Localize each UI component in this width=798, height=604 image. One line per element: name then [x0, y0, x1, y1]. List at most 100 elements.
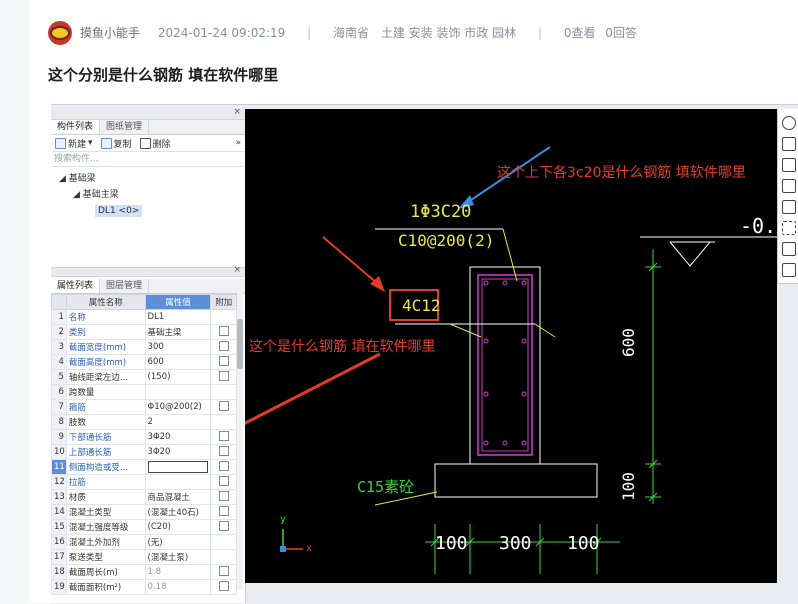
table-row[interactable]: 6 跨数量	[51, 384, 237, 400]
extra-checkbox[interactable]	[218, 505, 229, 516]
table-row[interactable]: 18 截面周长(m) 1.8	[51, 564, 237, 580]
table-row[interactable]: 2 类别 基础主梁	[51, 324, 237, 340]
property-value[interactable]: 300	[144, 339, 212, 355]
table-row[interactable]: 9 下部通长筋 3Φ20	[51, 429, 237, 445]
property-value[interactable]: 基础主梁	[144, 324, 212, 340]
new-button[interactable]: 新建 ▾	[55, 137, 93, 150]
extra-checkbox[interactable]	[218, 460, 229, 471]
close-icon[interactable]: ×	[233, 265, 241, 275]
component-search-input[interactable]: 搜索构件...	[52, 151, 244, 167]
property-value[interactable]: (混凝土泵)	[144, 549, 212, 565]
orbit-icon[interactable]	[781, 116, 796, 130]
col-name: 属性名称	[65, 294, 146, 310]
collapse-icon[interactable]: ◢	[73, 190, 83, 200]
property-value[interactable]: 3Φ20	[144, 444, 212, 460]
cube-icon[interactable]	[781, 137, 796, 151]
extra-checkbox[interactable]	[218, 580, 229, 591]
table-row[interactable]: 5 轴线距梁左边... (150)	[51, 369, 237, 385]
layers-icon[interactable]	[781, 242, 796, 256]
property-name: 肢数	[65, 414, 146, 430]
table-row[interactable]: 4 截面高度(mm) 600	[51, 354, 237, 370]
table-row[interactable]: 14 混凝土类型 (混凝土40石)	[51, 504, 237, 520]
table-row[interactable]: 19 截面面积(m²) 0.18	[51, 579, 237, 595]
table-row[interactable]: 7 箍筋 Φ10@200(2)	[51, 399, 237, 415]
row-index: 5	[51, 369, 67, 385]
cube-icon[interactable]	[781, 200, 796, 214]
extra-checkbox[interactable]	[218, 475, 229, 486]
author-name[interactable]: 摸鱼小能手	[80, 26, 140, 40]
tree-node-child[interactable]: ◢ 基础主梁	[51, 187, 245, 203]
property-name: 箍筋	[65, 399, 146, 415]
table-row[interactable]: 8 肢数 2	[51, 414, 237, 430]
properties-scrollbar[interactable]	[237, 289, 243, 589]
table-row[interactable]: 1 名称 DL1	[51, 309, 237, 325]
extra-checkbox-cell	[210, 579, 237, 595]
property-value[interactable]: (150)	[144, 369, 212, 385]
property-value[interactable]	[144, 474, 212, 490]
tab-drawing-manage[interactable]: 图纸管理	[100, 120, 150, 134]
tab-layer-manage[interactable]: 图层管理	[100, 279, 150, 293]
extra-checkbox[interactable]	[218, 400, 229, 411]
row-index: 2	[51, 324, 67, 340]
tab-component-list[interactable]: 构件列表	[51, 120, 101, 134]
properties-icon[interactable]	[781, 263, 796, 277]
cube-icon[interactable]	[781, 179, 796, 193]
extra-checkbox[interactable]	[218, 565, 229, 576]
table-row[interactable]: 16 混凝土外加剂 (无)	[51, 534, 237, 550]
extra-checkbox[interactable]	[218, 355, 229, 366]
cube-icon[interactable]	[781, 221, 796, 235]
table-row[interactable]: 11 侧面构造或受...	[51, 459, 237, 475]
copy-button[interactable]: 复制	[100, 137, 132, 150]
tree-node-root[interactable]: ◢ 基础梁	[51, 171, 245, 187]
close-icon[interactable]: ×	[233, 107, 241, 117]
property-value[interactable]: (C20)	[144, 519, 212, 535]
cube-icon[interactable]	[781, 158, 796, 172]
extra-checkbox[interactable]	[218, 445, 229, 456]
collapse-icon[interactable]: ◢	[59, 174, 69, 184]
panel-divider[interactable]: ×	[51, 265, 245, 277]
extra-checkbox-cell	[210, 459, 237, 475]
property-value[interactable]	[144, 384, 212, 400]
stirrup-label: 1Φ3C20	[410, 202, 472, 222]
more-icon[interactable]: »	[235, 138, 241, 148]
properties-table: 属性名称 属性值 附加 1 名称 DL1 2 类别 基础主梁 3 截面宽度(mm) 300 4 截面…	[51, 294, 237, 595]
panel-titlebar: ×	[51, 107, 245, 120]
extra-checkbox[interactable]	[218, 430, 229, 441]
row-index: 11	[51, 459, 67, 475]
property-value[interactable]: 1.8	[144, 564, 212, 580]
extra-checkbox-cell	[210, 399, 237, 415]
property-value[interactable]: 0.18	[144, 579, 212, 595]
property-value[interactable]: 2	[144, 414, 212, 430]
extra-checkbox[interactable]	[218, 370, 229, 381]
extra-checkbox-cell	[210, 534, 237, 550]
property-value[interactable]: 600	[144, 354, 212, 370]
value-input[interactable]	[147, 461, 208, 473]
property-name: 下部通长筋	[65, 429, 146, 445]
meta-separator: |	[537, 26, 542, 40]
extra-checkbox[interactable]	[218, 490, 229, 501]
dim-height: 600	[619, 328, 638, 357]
scrollbar-thumb[interactable]	[237, 319, 243, 369]
tree-node-leaf[interactable]: DL1 <0>	[51, 203, 245, 219]
tab-properties[interactable]: 属性列表	[51, 279, 101, 293]
property-value-editor[interactable]	[144, 459, 212, 475]
table-row[interactable]: 15 混凝土强度等级 (C20)	[51, 519, 237, 535]
extra-checkbox[interactable]	[218, 325, 229, 336]
table-row[interactable]: 12 拉筋	[51, 474, 237, 490]
property-value[interactable]: (混凝土40石)	[144, 504, 212, 520]
delete-button[interactable]: 删除	[139, 137, 171, 150]
property-value[interactable]: DL1	[144, 309, 212, 325]
table-row[interactable]: 17 泵送类型 (混凝土泵)	[51, 549, 237, 565]
extra-checkbox[interactable]	[218, 340, 229, 351]
table-row[interactable]: 10 上部通长筋 3Φ20	[51, 444, 237, 460]
property-value[interactable]: 商品混凝土	[144, 489, 212, 505]
post-region: 海南省	[333, 26, 370, 40]
property-value[interactable]: 3Φ20	[144, 429, 212, 445]
author-avatar[interactable]	[48, 21, 72, 45]
table-row[interactable]: 3 截面宽度(mm) 300	[51, 339, 237, 355]
property-value[interactable]: Φ10@200(2)	[144, 399, 212, 415]
extra-checkbox[interactable]	[218, 520, 229, 531]
property-value[interactable]: (无)	[144, 534, 212, 550]
table-row[interactable]: 13 材质 商品混凝土	[51, 489, 237, 505]
row-index: 8	[51, 414, 67, 430]
